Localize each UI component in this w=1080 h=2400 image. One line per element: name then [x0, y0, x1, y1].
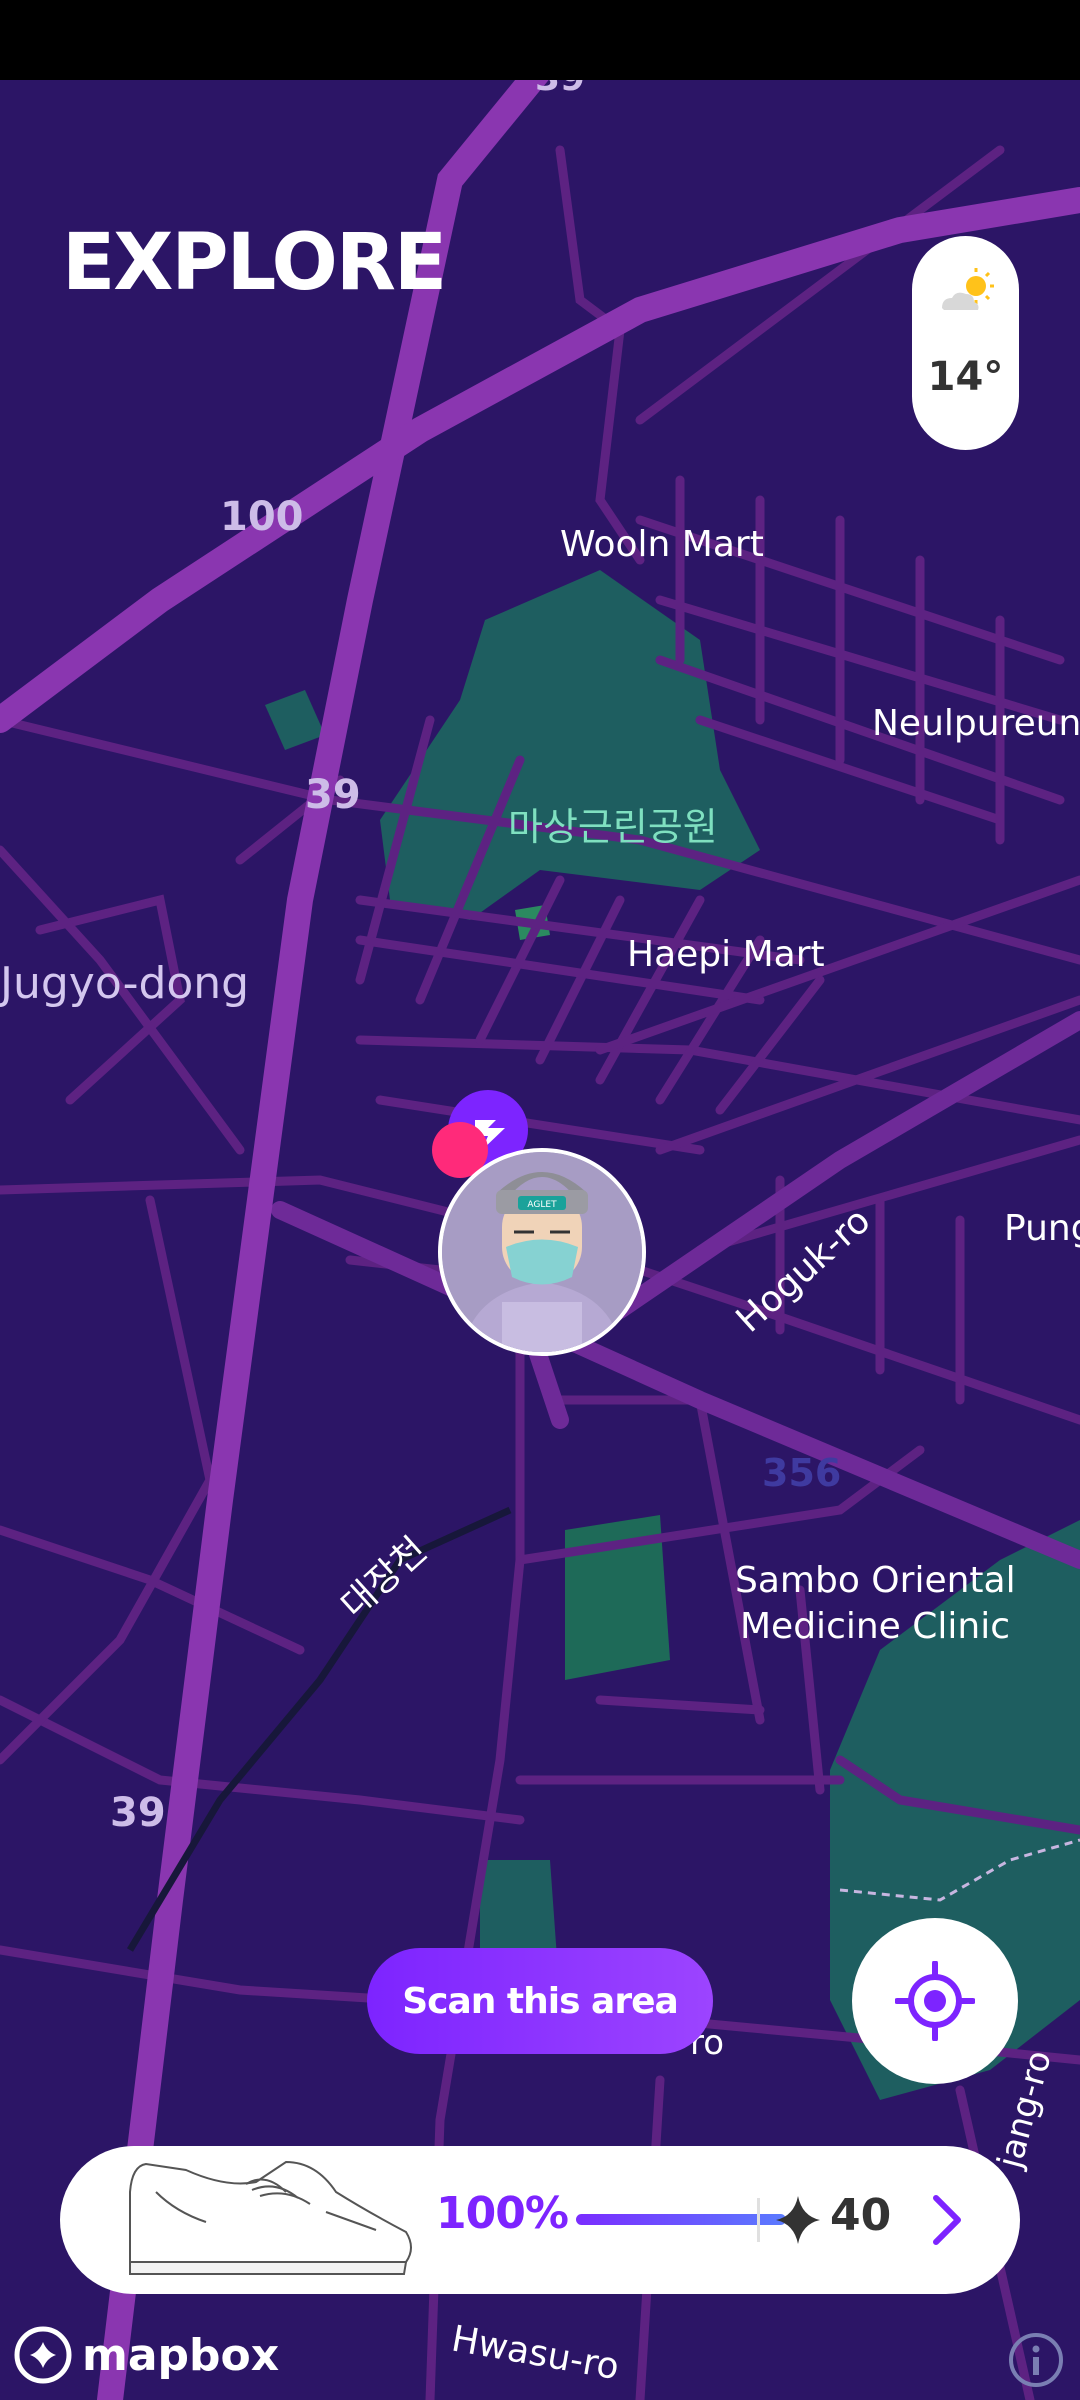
road-number-356: 356	[762, 1451, 841, 1495]
page-title: EXPLORE	[62, 218, 447, 308]
points-value: 40	[830, 2190, 892, 2241]
crosshair-icon	[895, 1961, 975, 2041]
mapbox-wordmark: mapbox	[82, 2329, 280, 2381]
sparkle-icon	[776, 2196, 820, 2244]
durability-percent: 100%	[436, 2188, 569, 2239]
label-wooln-mart: Wooln Mart	[560, 524, 764, 565]
durability-bar	[576, 2214, 786, 2225]
sneaker-status-card[interactable]: 100% 40	[60, 2146, 1020, 2294]
mapbox-attribution[interactable]: mapbox	[14, 2326, 279, 2384]
label-jugyo-dong: Jugyo-dong	[0, 958, 249, 1009]
mapbox-logo-icon	[14, 2326, 72, 2384]
avatar-cap-label: AGLET	[527, 1200, 557, 1210]
label-haepi-mart: Haepi Mart	[627, 934, 825, 975]
label-pung: Pung	[1004, 1208, 1080, 1249]
road-number-100: 100	[220, 494, 304, 540]
status-bar	[0, 0, 1080, 80]
label-neulpureun: Neulpureun	[872, 703, 1080, 744]
label-sambo-line1: Sambo Oriental	[735, 1560, 1016, 1601]
card-divider	[757, 2198, 760, 2242]
weather-widget[interactable]: 14°	[912, 236, 1019, 450]
partly-sunny-icon	[942, 268, 994, 310]
label-sambo-line2: Medicine Clinic	[740, 1606, 1010, 1647]
temperature-text: 14°	[927, 354, 1004, 400]
recenter-button[interactable]	[852, 1918, 1018, 2084]
app-screen: 39 100 39 39 Wooln Mart Neulpureun 마상근린공…	[0, 0, 1080, 2400]
label-park: 마상근린공원	[508, 805, 718, 849]
sneaker-icon	[129, 2160, 412, 2275]
player-avatar[interactable]: AGLET	[438, 1148, 646, 1356]
road-number-39-bottom: 39	[110, 1790, 166, 1836]
scan-area-button[interactable]: Scan this area	[367, 1948, 713, 2054]
chevron-right-icon[interactable]	[930, 2194, 964, 2246]
road-number-39-mid: 39	[305, 772, 361, 818]
avatar-illustration: AGLET	[442, 1152, 642, 1352]
info-icon[interactable]	[1007, 2331, 1065, 2389]
